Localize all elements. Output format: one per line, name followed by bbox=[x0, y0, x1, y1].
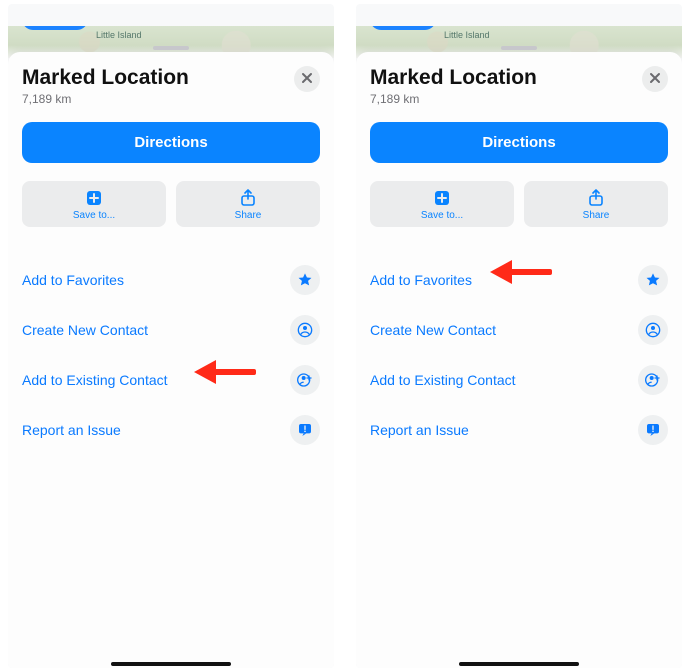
directions-button[interactable]: Directions bbox=[22, 122, 320, 163]
time-pill: 16:39 bbox=[370, 26, 436, 30]
report-icon bbox=[290, 415, 320, 445]
place-sheet: Marked Location 7,189 km Directions Save… bbox=[356, 52, 682, 668]
close-button[interactable] bbox=[642, 66, 668, 92]
contact-add-icon bbox=[638, 365, 668, 395]
screenshot-left: 16:39 4G Little Island Marked Location 7… bbox=[8, 4, 334, 668]
status-bar bbox=[8, 4, 334, 26]
action-list: Add to Favorites Create New Contact Add … bbox=[370, 255, 668, 455]
share-button[interactable]: Share bbox=[176, 181, 320, 227]
create-new-contact-row[interactable]: Create New Contact bbox=[370, 305, 668, 355]
home-indicator[interactable] bbox=[111, 662, 231, 666]
close-icon bbox=[649, 71, 661, 87]
distance-subtitle: 7,189 km bbox=[370, 92, 537, 106]
plus-square-icon bbox=[85, 189, 103, 207]
save-to-label: Save to... bbox=[73, 210, 115, 221]
share-icon bbox=[239, 189, 257, 207]
map-place-label: Little Island bbox=[96, 30, 142, 40]
add-to-favorites-row[interactable]: Add to Favorites bbox=[22, 255, 320, 305]
sheet-grabber[interactable] bbox=[153, 46, 189, 50]
close-button[interactable] bbox=[294, 66, 320, 92]
star-icon bbox=[638, 265, 668, 295]
share-icon bbox=[587, 189, 605, 207]
contact-icon bbox=[638, 315, 668, 345]
add-to-existing-contact-row[interactable]: Add to Existing Contact bbox=[370, 355, 668, 405]
close-icon bbox=[301, 71, 313, 87]
action-label: Report an Issue bbox=[370, 422, 469, 438]
add-to-existing-contact-row[interactable]: Add to Existing Contact bbox=[22, 355, 320, 405]
action-label: Add to Favorites bbox=[22, 272, 124, 288]
annotation-arrow bbox=[194, 365, 256, 379]
screenshot-right: 16:39 4G Little Island Marked Location 7… bbox=[356, 4, 682, 668]
save-to-label: Save to... bbox=[421, 210, 463, 221]
status-bar bbox=[356, 4, 682, 26]
home-indicator[interactable] bbox=[459, 662, 579, 666]
share-label: Share bbox=[235, 210, 262, 221]
directions-button[interactable]: Directions bbox=[370, 122, 668, 163]
add-to-favorites-row[interactable]: Add to Favorites bbox=[370, 255, 668, 305]
distance-subtitle: 7,189 km bbox=[22, 92, 189, 106]
action-label: Add to Existing Contact bbox=[22, 372, 168, 388]
contact-icon bbox=[290, 315, 320, 345]
page-title: Marked Location bbox=[370, 66, 537, 90]
action-label: Create New Contact bbox=[370, 322, 496, 338]
save-to-button[interactable]: Save to... bbox=[370, 181, 514, 227]
report-issue-row[interactable]: Report an Issue bbox=[22, 405, 320, 455]
action-label: Add to Favorites bbox=[370, 272, 472, 288]
save-to-button[interactable]: Save to... bbox=[22, 181, 166, 227]
create-new-contact-row[interactable]: Create New Contact bbox=[22, 305, 320, 355]
contact-add-icon bbox=[290, 365, 320, 395]
page-title: Marked Location bbox=[22, 66, 189, 90]
action-label: Add to Existing Contact bbox=[370, 372, 516, 388]
place-sheet: Marked Location 7,189 km Directions Save… bbox=[8, 52, 334, 668]
sheet-grabber[interactable] bbox=[501, 46, 537, 50]
share-button[interactable]: Share bbox=[524, 181, 668, 227]
action-list: Add to Favorites Create New Contact Add … bbox=[22, 255, 320, 455]
report-issue-row[interactable]: Report an Issue bbox=[370, 405, 668, 455]
time-pill: 16:39 bbox=[22, 26, 88, 30]
share-label: Share bbox=[583, 210, 610, 221]
plus-square-icon bbox=[433, 189, 451, 207]
map-place-label: Little Island bbox=[444, 30, 490, 40]
action-label: Create New Contact bbox=[22, 322, 148, 338]
report-icon bbox=[638, 415, 668, 445]
annotation-arrow bbox=[490, 265, 552, 279]
star-icon bbox=[290, 265, 320, 295]
action-label: Report an Issue bbox=[22, 422, 121, 438]
